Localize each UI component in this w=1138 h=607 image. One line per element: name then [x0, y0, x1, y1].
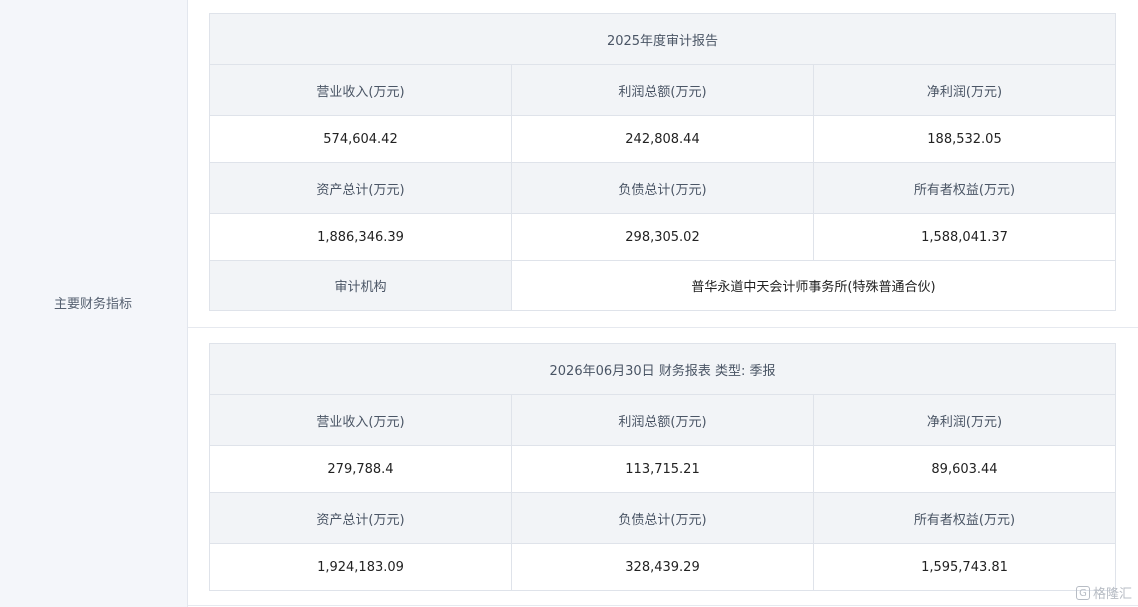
quarterly-title: 2026年06月30日 财务报表 类型: 季报 [209, 343, 1116, 395]
header-revenue: 营业收入(万元) [209, 64, 512, 116]
header-owners-equity: 所有者权益(万元) [813, 492, 1116, 544]
value-revenue: 574,604.42 [209, 115, 512, 163]
quarterly-report-table: 2026年06月30日 财务报表 类型: 季报 营业收入(万元) 利润总额(万元… [209, 343, 1116, 591]
financial-indicators-page: 主要财务指标 2025年度审计报告 营业收入(万元) 利润总额(万元) 净利润(… [0, 0, 1138, 607]
watermark-text: 格隆汇 [1092, 587, 1132, 602]
auditor-value: 普华永道中天会计师事务所(特殊普通合伙) [511, 260, 1116, 311]
header-revenue: 营业收入(万元) [209, 394, 512, 446]
value-total-profit: 242,808.44 [511, 115, 814, 163]
watermark-logo-icon: G [1075, 585, 1090, 600]
sidebar-column: 主要财务指标 [0, 0, 188, 607]
value-total-assets: 1,924,183.09 [209, 543, 512, 591]
header-total-liabilities: 负债总计(万元) [511, 162, 814, 214]
value-owners-equity: 1,588,041.37 [813, 213, 1116, 261]
header-total-assets: 资产总计(万元) [209, 162, 512, 214]
value-total-liabilities: 298,305.02 [511, 213, 814, 261]
annual-title: 2025年度审计报告 [209, 13, 1116, 65]
header-net-profit: 净利润(万元) [813, 64, 1116, 116]
value-net-profit: 89,603.44 [813, 445, 1116, 493]
value-net-profit: 188,532.05 [813, 115, 1116, 163]
header-total-profit: 利润总额(万元) [511, 394, 814, 446]
value-revenue: 279,788.4 [209, 445, 512, 493]
value-owners-equity: 1,595,743.81 [813, 543, 1116, 591]
annual-audit-table: 2025年度审计报告 营业收入(万元) 利润总额(万元) 净利润(万元) 574… [209, 13, 1116, 311]
value-total-liabilities: 328,439.29 [511, 543, 814, 591]
header-total-liabilities: 负债总计(万元) [511, 492, 814, 544]
section-label: 主要财务指标 [53, 297, 132, 312]
header-owners-equity: 所有者权益(万元) [813, 162, 1116, 214]
value-total-assets: 1,886,346.39 [209, 213, 512, 261]
watermark: G 格隆汇 [1075, 583, 1132, 602]
value-total-profit: 113,715.21 [511, 445, 814, 493]
header-total-assets: 资产总计(万元) [209, 492, 512, 544]
bottom-divider [188, 605, 1138, 606]
section-divider [188, 327, 1138, 328]
header-total-profit: 利润总额(万元) [511, 64, 814, 116]
auditor-label: 审计机构 [209, 260, 512, 311]
header-net-profit: 净利润(万元) [813, 394, 1116, 446]
